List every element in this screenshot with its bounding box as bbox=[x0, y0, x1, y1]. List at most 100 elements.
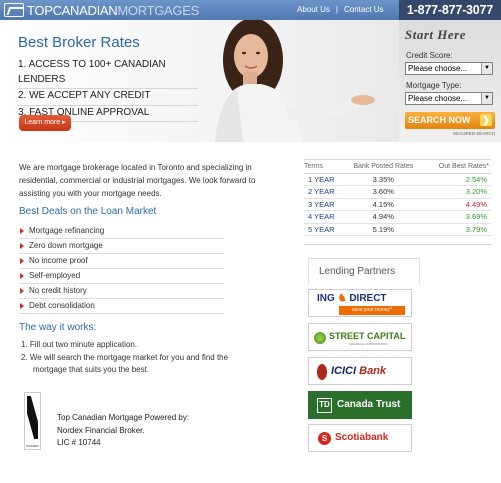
logo-text-secondary: MORTGAGES bbox=[117, 2, 199, 18]
chevron-down-icon[interactable]: ▼ bbox=[481, 63, 492, 74]
best-rate-cell: 3.69% bbox=[422, 210, 491, 224]
hero-benefits-list: 1. ACCESS TO 100+ CANADIAN LENDERS 2. WE… bbox=[18, 58, 198, 122]
step-item: 2. We will search the mortgage market fo… bbox=[21, 352, 229, 362]
best-rate-cell: 3.20% bbox=[422, 185, 491, 199]
chevron-right-icon: ❯ bbox=[480, 114, 492, 126]
ing-direct-wordmark: ING ♞ DIRECT bbox=[317, 293, 387, 304]
icici-bank-word: Bank bbox=[359, 365, 387, 377]
street-capital-subtitle: FINANCIAL CORPORATION bbox=[349, 342, 388, 346]
triangle-bullet-icon bbox=[20, 258, 24, 264]
triangle-bullet-icon bbox=[20, 228, 24, 234]
icici-name: ICICI bbox=[331, 365, 357, 377]
ing-name: ING bbox=[317, 293, 335, 304]
term-cell: 3 YEAR bbox=[304, 198, 345, 211]
td-canada-trust-logo[interactable]: TD Canada Trust bbox=[308, 391, 412, 419]
deal-item[interactable]: Zero down mortgage bbox=[19, 239, 224, 254]
search-now-label: SEARCH NOW bbox=[408, 115, 471, 125]
term-cell: 4 YEAR bbox=[304, 210, 345, 224]
start-here-title: Start Here bbox=[405, 27, 466, 42]
column-header-best-rates: Out Best Rates* bbox=[422, 160, 491, 174]
hero-benefit: 1. ACCESS TO 100+ CANADIAN LENDERS bbox=[18, 58, 198, 89]
table-row: 1 YEAR 3.35% 2.54% bbox=[304, 173, 491, 186]
deal-item[interactable]: No credit history bbox=[19, 284, 224, 299]
hero-woman-image bbox=[213, 20, 375, 142]
bank-rate-cell: 4.94% bbox=[344, 210, 423, 224]
table-row: 2 YEAR 3.60% 3.20% bbox=[304, 185, 491, 199]
deal-item[interactable]: Self-employed bbox=[19, 269, 224, 284]
scotiabank-name: Scotiabank bbox=[335, 432, 389, 443]
secured-search-note: SECURED SEARCH bbox=[452, 131, 495, 136]
how-it-works-title: The way it works: bbox=[19, 322, 97, 333]
nav-separator: | bbox=[335, 5, 338, 14]
term-cell: 1 YEAR bbox=[304, 173, 345, 186]
deal-item-label: Debt consolidation bbox=[29, 301, 95, 310]
table-row: 3 YEAR 4.15% 4.49% bbox=[304, 198, 491, 211]
best-deals-list: Mortgage refinancing Zero down mortgage … bbox=[19, 224, 224, 314]
broker-name: Nordex Financial Broker. bbox=[57, 425, 145, 435]
powered-by-line: Top Canadian Mortgage Powered by: bbox=[57, 413, 190, 422]
nordex-n-icon bbox=[27, 396, 38, 439]
credit-score-select[interactable]: Please choose... ▼ bbox=[405, 62, 493, 75]
credit-score-label: Credit Score: bbox=[406, 51, 453, 60]
hero-title: Best Broker Rates bbox=[18, 34, 140, 51]
triangle-bullet-icon bbox=[20, 288, 24, 294]
ing-direct-logo[interactable]: ING ♞ DIRECT save your money* bbox=[308, 289, 412, 317]
hero-banner: Best Broker Rates 1. ACCESS TO 100+ CANA… bbox=[0, 20, 399, 142]
street-capital-logo[interactable]: STREET CAPITAL FINANCIAL CORPORATION bbox=[308, 323, 412, 351]
how-it-works-steps: 1. Fill out two minute application. 2. W… bbox=[21, 339, 251, 377]
mortgage-type-label: Mortgage Type: bbox=[406, 81, 462, 90]
lion-icon: ♞ bbox=[337, 293, 347, 304]
credit-score-value: Please choose... bbox=[408, 64, 468, 73]
deal-item[interactable]: Debt consolidation bbox=[19, 299, 224, 314]
top-header-bar: TOPCANADIAN MORTGAGES About Us | Contact Us bbox=[0, 0, 399, 20]
step-item: 1. Fill out two minute application. bbox=[21, 340, 138, 349]
mortgage-type-select[interactable]: Please choose... ▼ bbox=[405, 92, 493, 105]
nordex-logo: NORDEX bbox=[24, 392, 41, 450]
nordex-logo-caption: NORDEX bbox=[26, 444, 39, 448]
chevron-down-icon[interactable]: ▼ bbox=[481, 93, 492, 104]
table-row: 5 YEAR 5.19% 3.79% bbox=[304, 223, 491, 236]
deal-item[interactable]: No income proof bbox=[19, 254, 224, 269]
scotiabank-symbol-icon: S bbox=[318, 432, 331, 445]
table-row: 4 YEAR 4.94% 3.69% bbox=[304, 210, 491, 224]
intro-paragraph: We are mortgage brokerage located in Tor… bbox=[19, 163, 256, 198]
about-us-link[interactable]: About Us bbox=[297, 5, 330, 14]
icici-bank-logo[interactable]: ICICI Bank bbox=[308, 357, 412, 385]
scotiabank-logo[interactable]: S Scotiabank bbox=[308, 424, 412, 452]
powered-by-text: Top Canadian Mortgage Powered by: Nordex… bbox=[57, 412, 189, 450]
step-item-continued: mortgage that suits you the best. bbox=[33, 365, 150, 374]
deal-item-label: Self-employed bbox=[29, 271, 81, 280]
phone-number[interactable]: 1-877-877-3077 bbox=[399, 0, 501, 20]
street-capital-name: STREET CAPITAL bbox=[329, 331, 406, 341]
td-canada-trust-name: Canada Trust bbox=[337, 399, 401, 410]
best-rate-cell: 2.54% bbox=[422, 173, 491, 186]
license-number: LIC # 10744 bbox=[57, 438, 101, 447]
contact-us-link[interactable]: Contact Us bbox=[344, 5, 384, 14]
triangle-bullet-icon bbox=[20, 303, 24, 309]
triangle-bullet-icon bbox=[20, 243, 24, 249]
deal-item-label: Mortgage refinancing bbox=[29, 226, 105, 235]
hero-benefit: 2. WE ACCEPT ANY CREDIT bbox=[18, 89, 198, 106]
deal-item-label: Zero down mortgage bbox=[29, 241, 103, 250]
street-capital-globe-icon bbox=[314, 332, 326, 344]
best-rate-cell: 4.49% bbox=[422, 198, 491, 211]
column-header-bank-rates: Bank Posted Rates bbox=[344, 160, 423, 174]
search-now-button[interactable]: SEARCH NOW ❯ bbox=[405, 112, 495, 129]
site-logo[interactable]: TOPCANADIAN MORTGAGES bbox=[4, 2, 199, 18]
learn-more-button[interactable]: Learn more ▸ bbox=[19, 115, 71, 131]
logo-arrow-icon bbox=[4, 3, 24, 17]
lending-partners-title: Lending Partners bbox=[308, 258, 420, 284]
triangle-bullet-icon bbox=[20, 273, 24, 279]
rates-table: Terms Bank Posted Rates Out Best Rates* … bbox=[304, 159, 491, 236]
term-cell: 5 YEAR bbox=[304, 223, 345, 236]
term-cell: 2 YEAR bbox=[304, 185, 345, 199]
deal-item[interactable]: Mortgage refinancing bbox=[19, 224, 224, 239]
deal-item-label: No credit history bbox=[29, 286, 87, 295]
bank-rate-cell: 3.35% bbox=[344, 173, 423, 186]
mortgage-type-value: Please choose... bbox=[408, 94, 468, 103]
rates-table-footer-rule bbox=[304, 241, 491, 245]
bank-rate-cell: 4.15% bbox=[344, 198, 423, 211]
deal-item-label: No income proof bbox=[29, 256, 88, 265]
best-deals-title: Best Deals on the Loan Market bbox=[19, 206, 157, 217]
ing-direct-name: DIRECT bbox=[349, 293, 387, 304]
